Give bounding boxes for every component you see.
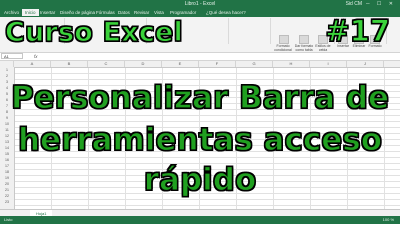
tab-inicio[interactable]: Inicio bbox=[22, 9, 39, 16]
column-headers: A B C D E F G H I J bbox=[0, 61, 400, 68]
column-header[interactable]: D bbox=[125, 61, 162, 67]
name-box[interactable]: A1 bbox=[1, 53, 23, 59]
column-header[interactable]: F bbox=[199, 61, 236, 67]
zoom-level[interactable]: 100 % bbox=[383, 216, 394, 224]
column-header[interactable]: J bbox=[347, 61, 384, 67]
conditional-format-icon bbox=[279, 35, 289, 44]
column-header[interactable]: C bbox=[88, 61, 125, 67]
tab-formulas[interactable]: Fórmulas bbox=[96, 9, 115, 16]
headline-line-3: rápido bbox=[143, 161, 257, 198]
window-controls[interactable]: ─ ☐ ✕ bbox=[366, 0, 396, 8]
user-name[interactable]: Sid CM bbox=[346, 0, 362, 8]
tab-revisar[interactable]: Revisar bbox=[134, 9, 149, 16]
status-ready: Listo bbox=[4, 217, 13, 222]
headline-line-1: Personalizar Barra de bbox=[10, 79, 390, 116]
episode-number: #17 bbox=[325, 13, 391, 48]
tab-programador[interactable]: Programador bbox=[170, 9, 196, 16]
status-bar: Listo 100 % bbox=[0, 216, 400, 224]
tab-vista[interactable]: Vista bbox=[154, 9, 164, 16]
row-header[interactable]: 23 bbox=[0, 199, 14, 205]
headline-line-2: herramientas acceso bbox=[17, 121, 383, 158]
column-header[interactable]: H bbox=[273, 61, 310, 67]
format-table-icon bbox=[299, 35, 309, 44]
formula-bar: A1 fx bbox=[0, 53, 400, 61]
tab-datos[interactable]: Datos bbox=[118, 9, 130, 16]
title-bar: Libro1 - Excel Sid CM ─ ☐ ✕ bbox=[0, 0, 400, 8]
series-title: Curso Excel bbox=[4, 16, 184, 48]
ribbon-group-number bbox=[230, 18, 271, 44]
conditional-format-button[interactable]: Formato condicional bbox=[272, 44, 294, 52]
tab-diseno-pagina[interactable]: Diseño de página bbox=[60, 9, 95, 16]
column-header[interactable]: B bbox=[51, 61, 88, 67]
tell-me-search[interactable]: ¿Qué desea hacer? bbox=[206, 9, 246, 16]
column-header[interactable]: A bbox=[14, 61, 51, 67]
window-title: Libro1 - Excel bbox=[184, 1, 216, 7]
fx-icon[interactable]: fx bbox=[34, 53, 38, 60]
column-header[interactable]: E bbox=[162, 61, 199, 67]
column-header[interactable]: I bbox=[310, 61, 347, 67]
tab-archivo[interactable]: Archivo bbox=[4, 9, 19, 16]
tab-insertar[interactable]: Insertar bbox=[40, 9, 55, 16]
column-header[interactable]: G bbox=[236, 61, 273, 67]
format-as-table-button[interactable]: Dar formato como tabla bbox=[293, 44, 315, 52]
